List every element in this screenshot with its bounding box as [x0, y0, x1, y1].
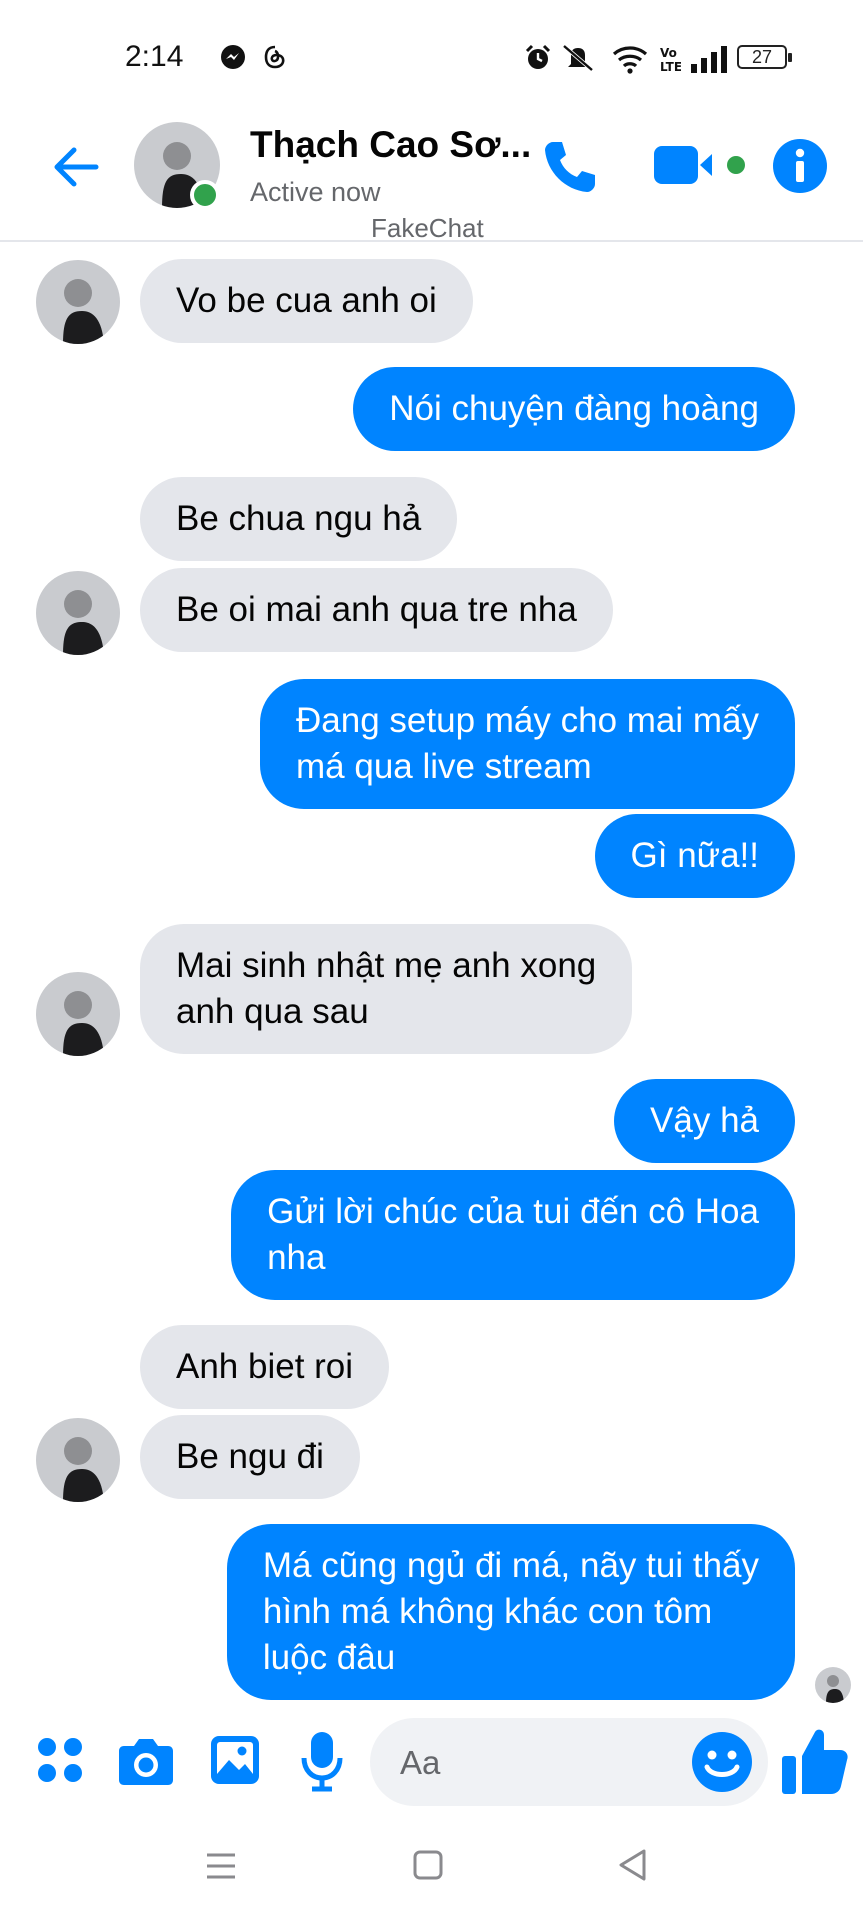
message-outgoing[interactable]: Gửi lời chúc của tui đến cô Hoa nha	[231, 1170, 795, 1300]
message-outgoing[interactable]: Má cũng ngủ đi má, nãy tui thấy hình má …	[226, 1524, 795, 1700]
message-incoming[interactable]: Be chua ngu hả	[140, 477, 458, 561]
svg-text:Vo: Vo	[660, 46, 677, 60]
alarm-icon	[525, 44, 551, 69]
emoji-icon[interactable]	[691, 1731, 753, 1793]
sender-avatar[interactable]	[36, 260, 120, 344]
threads-icon	[264, 45, 285, 69]
info-icon[interactable]	[772, 138, 828, 194]
message-incoming[interactable]: Be ngu đi	[140, 1415, 360, 1499]
message-outgoing[interactable]: Nói chuyện đàng hoàng	[353, 367, 795, 451]
contact-name[interactable]: Thạch Cao Sơ...	[250, 124, 531, 166]
message-incoming[interactable]: Mai sinh nhật mẹ anh xong anh qua sau	[140, 924, 633, 1054]
signal-icon	[691, 46, 727, 73]
home-button-icon[interactable]	[413, 1850, 443, 1880]
microphone-icon[interactable]	[300, 1730, 344, 1792]
chat-header: Thạch Cao Sơ... Active now FakeChat	[0, 112, 863, 243]
volte-icon: Vo LTE	[660, 46, 681, 74]
messenger-icon	[221, 45, 245, 69]
message-incoming[interactable]: Vo be cua anh oi	[140, 259, 473, 343]
recents-menu-icon[interactable]	[205, 1852, 237, 1880]
message-composer: Aa	[0, 1710, 863, 1820]
mute-icon	[562, 44, 594, 72]
message-input-placeholder: Aa	[400, 1744, 441, 1781]
back-button-icon[interactable]	[617, 1848, 647, 1882]
video-camera-icon[interactable]	[652, 142, 748, 188]
message-outgoing[interactable]: Đang setup máy cho mai mấy má qua live s…	[260, 679, 795, 809]
message-incoming[interactable]: Be oi mai anh qua tre nha	[140, 568, 613, 652]
message-outgoing[interactable]: Gì nữa!!	[594, 814, 795, 898]
seen-receipt-avatar	[815, 1667, 851, 1703]
menu-dots-icon[interactable]	[36, 1736, 84, 1784]
camera-icon[interactable]	[118, 1736, 174, 1786]
message-outgoing[interactable]: Vậy hả	[614, 1079, 795, 1163]
system-navigation-bar	[0, 1820, 863, 1920]
sender-avatar[interactable]	[36, 1418, 120, 1502]
watermark-text: FakeChat	[371, 213, 484, 243]
gallery-icon[interactable]	[209, 1734, 261, 1786]
message-incoming[interactable]: Anh biet roi	[140, 1325, 390, 1409]
message-input[interactable]: Aa	[370, 1718, 768, 1806]
phone-icon[interactable]	[541, 138, 599, 196]
thumbs-up-icon[interactable]	[780, 1726, 850, 1796]
battery-icon: 27	[737, 45, 792, 69]
wifi-icon	[612, 46, 648, 74]
online-indicator	[190, 180, 220, 210]
sender-avatar[interactable]	[36, 571, 120, 655]
back-arrow-icon[interactable]	[48, 139, 104, 195]
svg-text:LTE: LTE	[660, 60, 681, 74]
status-bar: 2:14 Vo LTE 27	[0, 0, 863, 110]
sender-avatar[interactable]	[36, 972, 120, 1056]
status-time: 2:14	[125, 40, 184, 73]
active-status: Active now	[250, 177, 381, 207]
